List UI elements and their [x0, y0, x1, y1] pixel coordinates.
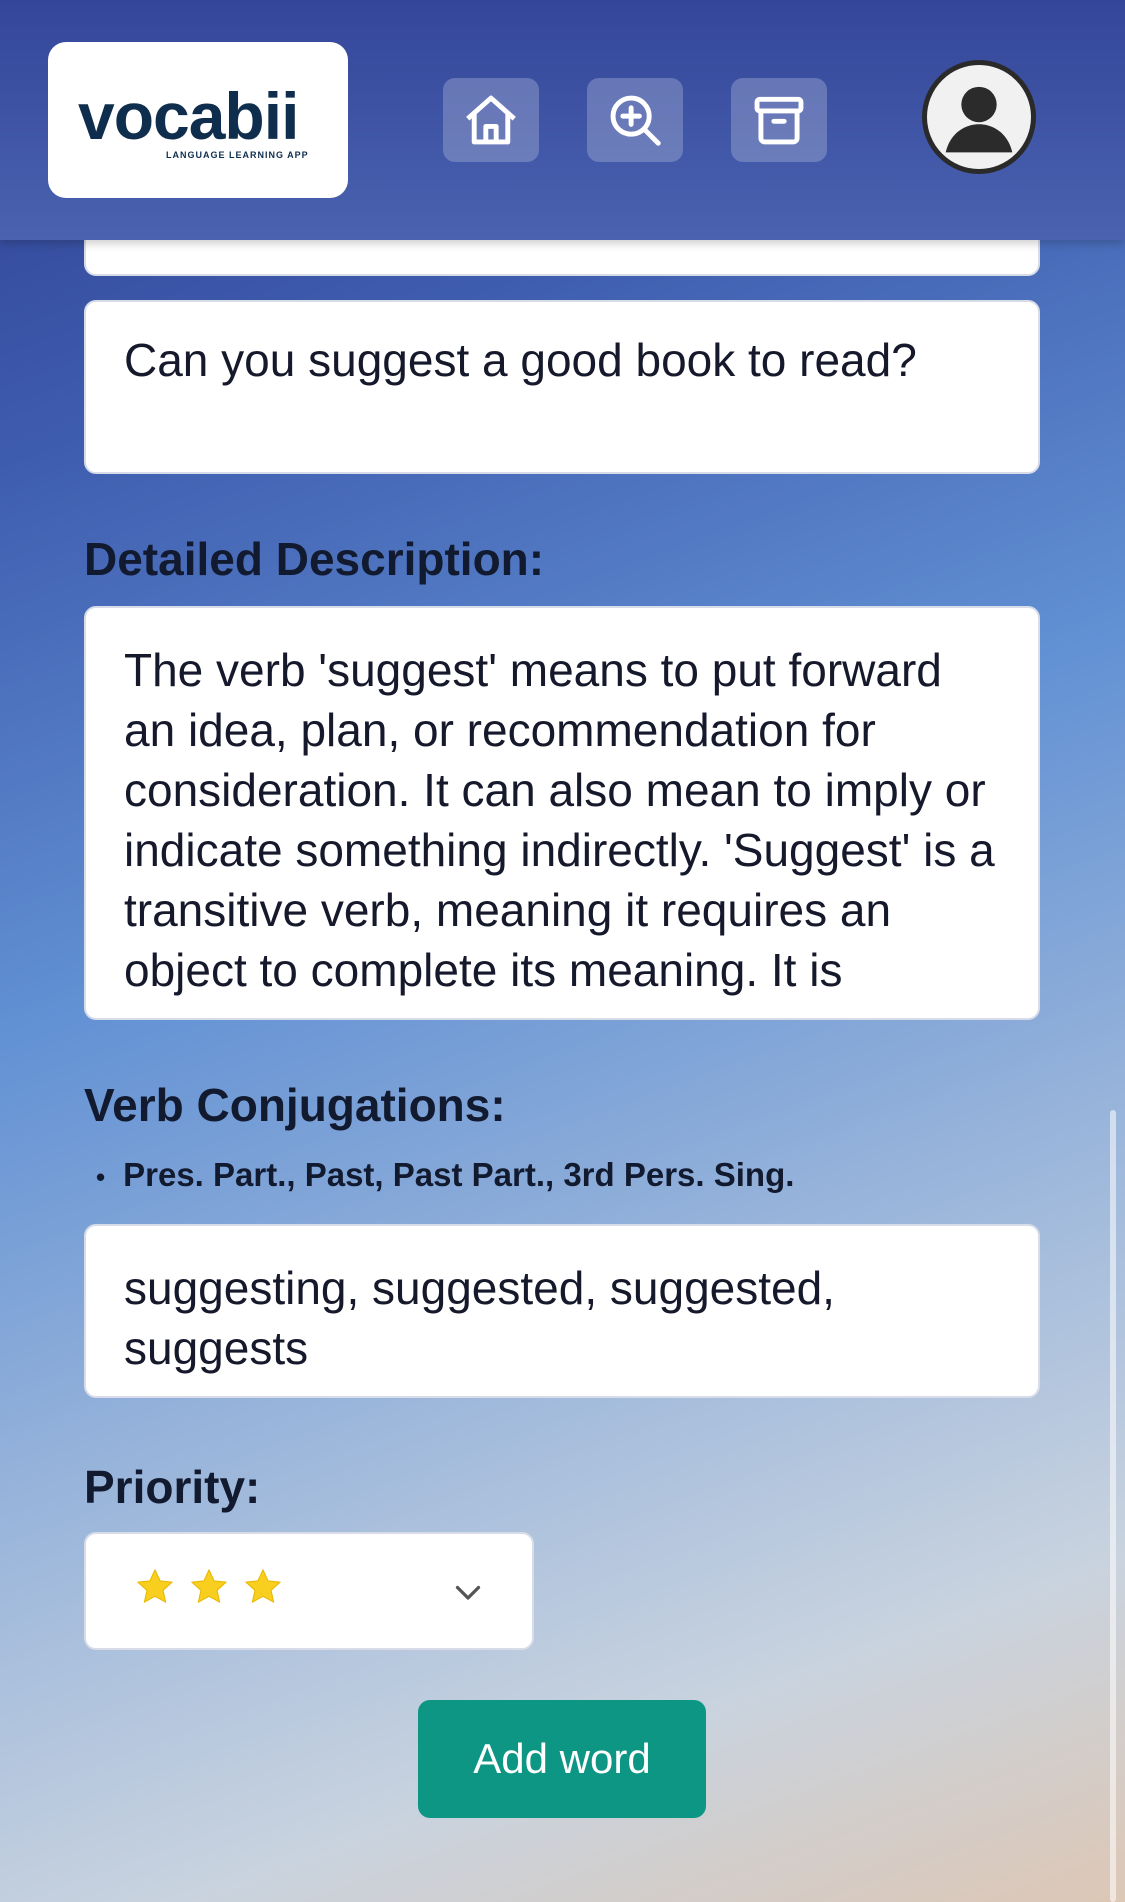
- star-icon: [191, 1569, 227, 1603]
- verb-conjugations-text: suggesting, suggested, suggested, sugges…: [124, 1262, 835, 1374]
- example-sentence-text: Can you suggest a good book to read?: [124, 334, 917, 386]
- chevron-down-icon: [455, 1585, 481, 1600]
- logo-tagline: LANGUAGE LEARNING APP: [166, 150, 309, 160]
- priority-stars: [134, 1566, 284, 1608]
- archive-button[interactable]: [731, 78, 827, 162]
- home-button[interactable]: [443, 78, 539, 162]
- priority-select[interactable]: [84, 1532, 534, 1650]
- detailed-description-label: Detailed Description:: [84, 533, 545, 585]
- conjugation-forms-text: Pres. Part., Past, Past Part., 3rd Pers.…: [123, 1156, 795, 1193]
- star-icon: [245, 1569, 281, 1603]
- detailed-description-text: The verb 'suggest' means to put forward …: [124, 644, 995, 996]
- add-word-button[interactable]: Add word: [418, 1700, 706, 1818]
- archive-icon: [754, 96, 804, 145]
- verb-conjugations-label: Verb Conjugations:: [84, 1079, 506, 1131]
- logo-text: vocabii: [78, 79, 299, 153]
- scrollbar[interactable]: [1110, 1110, 1116, 1902]
- home-icon: [466, 95, 516, 145]
- priority-label: Priority:: [84, 1461, 261, 1513]
- user-icon: [945, 86, 1013, 153]
- app-header: vocabii LANGUAGE LEARNING APP: [0, 0, 1125, 240]
- search-button[interactable]: [587, 78, 683, 162]
- verb-conjugations-field[interactable]: suggesting, suggested, suggested, sugges…: [84, 1224, 1040, 1398]
- detailed-description-field[interactable]: The verb 'suggest' means to put forward …: [84, 606, 1040, 1020]
- star-icon: [137, 1569, 173, 1603]
- profile-avatar[interactable]: [922, 60, 1036, 174]
- conjugation-forms-hint: • Pres. Part., Past, Past Part., 3rd Pers…: [96, 1156, 795, 1193]
- zoom-in-icon: [610, 95, 661, 146]
- vocabii-logo[interactable]: vocabii LANGUAGE LEARNING APP: [48, 42, 348, 198]
- example-sentence-field[interactable]: Can you suggest a good book to read?: [84, 300, 1040, 474]
